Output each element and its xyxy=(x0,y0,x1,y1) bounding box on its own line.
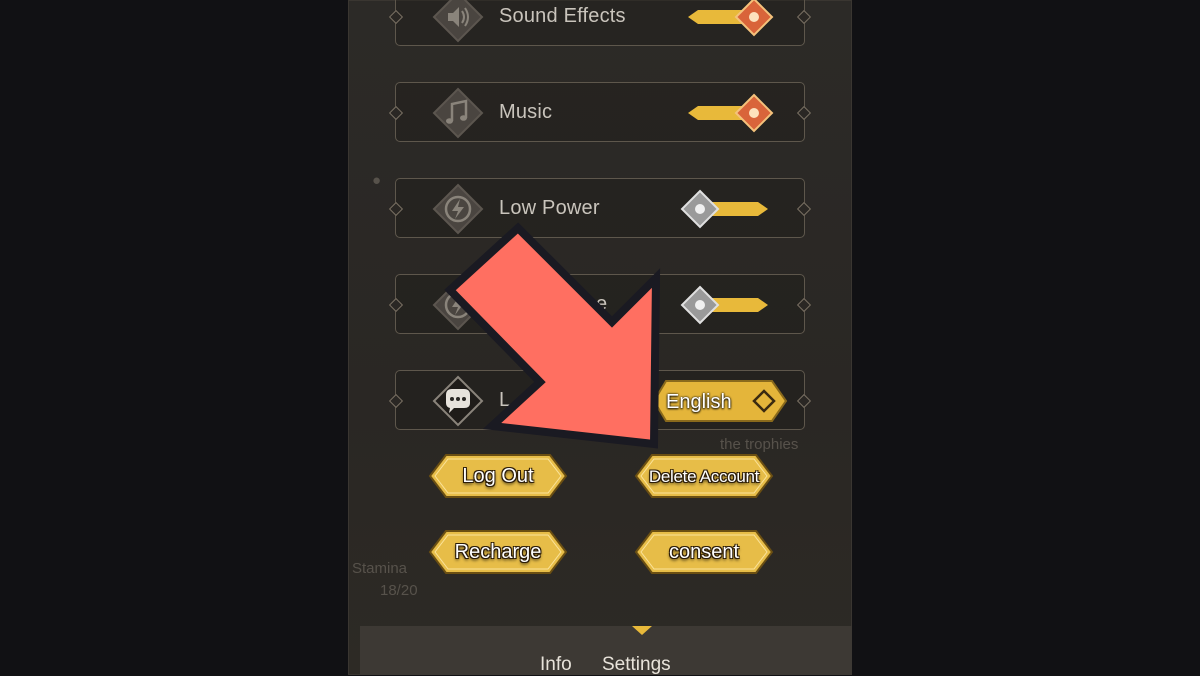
active-tab-indicator-icon xyxy=(632,626,652,635)
background-text: Stamina xyxy=(352,560,408,577)
music-row: Music xyxy=(388,82,812,142)
low-power-label: Low Power xyxy=(499,197,600,219)
consent-button[interactable]: consent xyxy=(634,529,774,575)
sound-effects-toggle[interactable] xyxy=(686,0,778,37)
setting-row-4-toggle[interactable] xyxy=(678,285,770,325)
background-coin-icon: ● xyxy=(372,172,382,189)
bottom-tab-bar: Info Settings xyxy=(360,626,852,675)
pointer-arrow-overlay xyxy=(444,222,661,449)
tab-settings[interactable]: Settings xyxy=(602,654,671,676)
speaker-icon xyxy=(432,0,484,43)
delete-account-label: Delete Account xyxy=(648,467,760,486)
music-label: Music xyxy=(499,101,553,123)
low-power-toggle[interactable] xyxy=(678,189,770,229)
recharge-button[interactable]: Recharge xyxy=(428,529,568,575)
log-out-label: Log Out xyxy=(462,465,534,487)
background-text: 18/20 xyxy=(380,582,418,599)
background-text: the trophies xyxy=(720,436,799,453)
tab-info[interactable]: Info xyxy=(540,654,572,676)
music-note-icon xyxy=(432,87,484,139)
consent-label: consent xyxy=(668,541,740,563)
sound-effects-label: Sound Effects xyxy=(499,5,626,27)
recharge-label: Recharge xyxy=(454,541,542,563)
sound-effects-row: Sound Effects xyxy=(388,0,812,46)
music-toggle[interactable] xyxy=(686,93,778,133)
